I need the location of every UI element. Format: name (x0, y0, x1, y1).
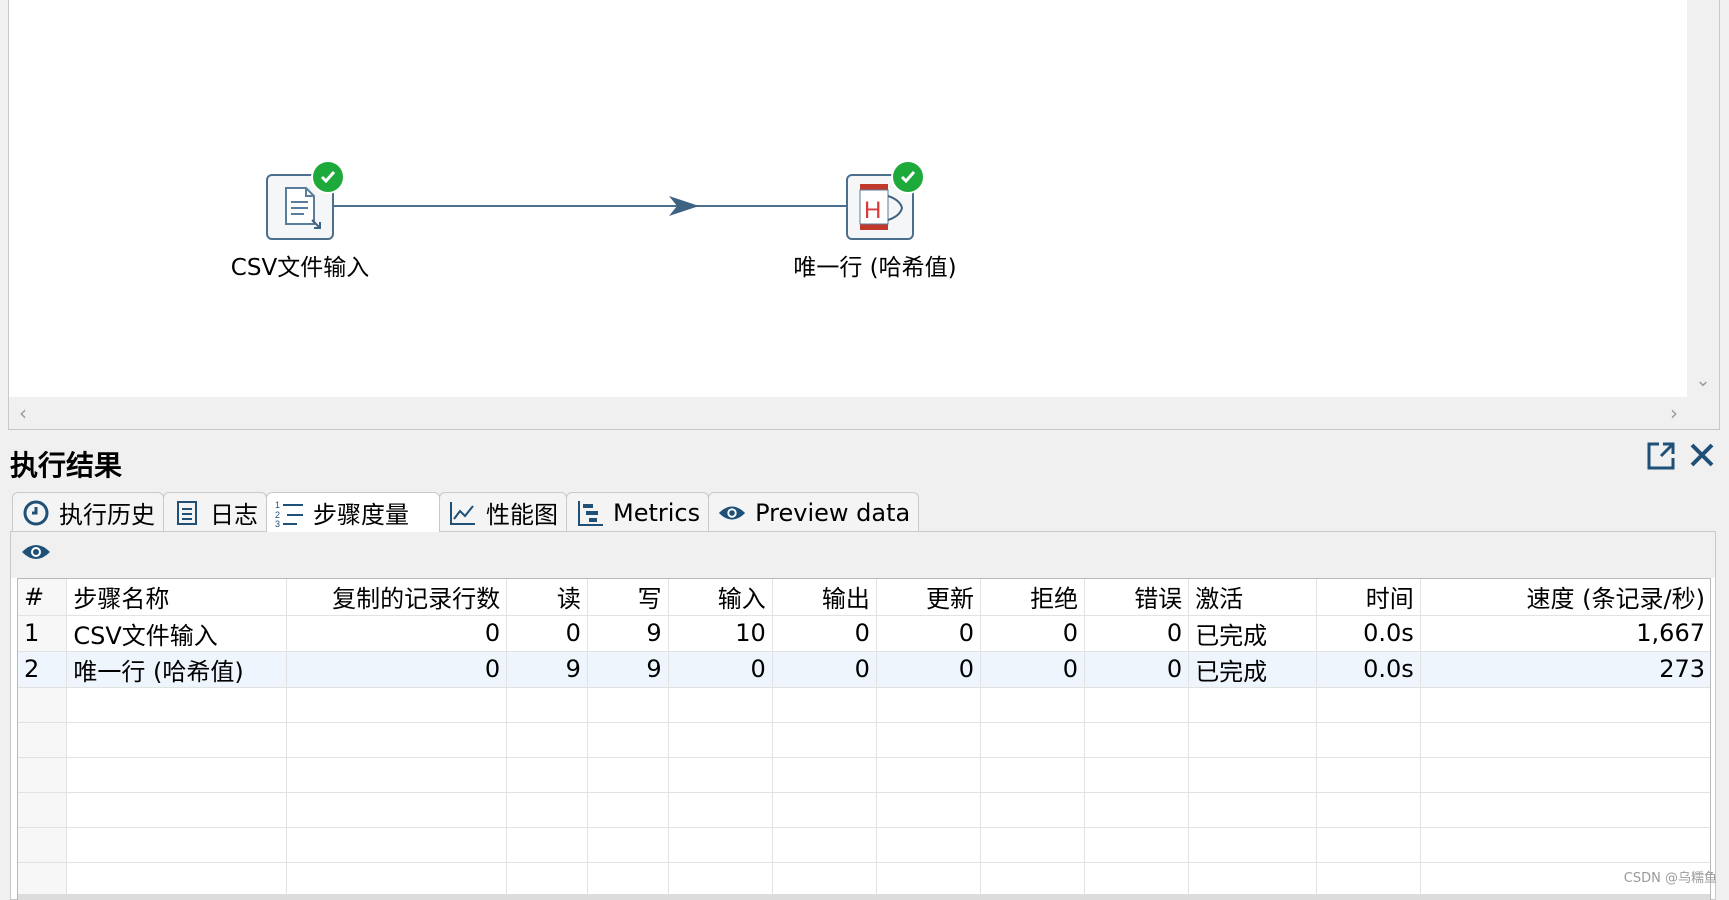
cell-updated: 0 (876, 651, 981, 688)
empty-row (18, 687, 1710, 723)
tab-step-metrics[interactable]: 123 步骤度量 (266, 492, 440, 532)
tab-label: 执行历史 (59, 501, 155, 529)
svg-text:1: 1 (275, 500, 280, 510)
column-header-output[interactable]: 输出 (772, 579, 877, 616)
column-header-index[interactable]: # (18, 579, 68, 616)
eye-icon (717, 498, 747, 528)
status-ok-icon (891, 160, 925, 194)
metrics-toolbar (11, 532, 1715, 578)
cell-copy: 0 (286, 651, 508, 688)
watermark: CSDN @乌糯鱼 (1623, 871, 1717, 886)
vertical-scrollbar[interactable]: ⌄ (1687, 0, 1719, 397)
column-header-errors[interactable]: 错误 (1084, 579, 1190, 616)
chevron-left-icon[interactable]: ‹ (19, 401, 27, 425)
history-icon (21, 498, 51, 528)
empty-row (18, 862, 1710, 898)
csv-input-label: CSV文件输入 (230, 255, 370, 281)
step-metrics-table: # 步骤名称 复制的记录行数 读 写 输入 输出 更新 拒绝 错误 激活 时间 … (17, 578, 1711, 900)
table-row[interactable]: 1 CSV文件输入 0 0 9 10 0 0 0 0 已完成 0.0s 1,66… (18, 615, 1710, 652)
transformation-canvas[interactable]: CSV文件输入 H 唯一行 (哈希值) (9, 0, 1688, 397)
show-active-steps-button[interactable] (19, 540, 53, 570)
step-metrics-icon: 123 (275, 498, 305, 528)
column-header-time[interactable]: 时间 (1316, 579, 1421, 616)
table-row[interactable]: 2 唯一行 (哈希值) 0 9 9 0 0 0 0 0 已完成 0.0s 273 (18, 651, 1710, 688)
tab-preview-data[interactable]: Preview data (708, 492, 920, 532)
result-tabs: 执行历史 日志 123 步骤度量 性能图 Metrics Preview dat… (12, 492, 920, 532)
tab-execution-history[interactable]: 执行历史 (12, 492, 164, 532)
tab-label: 性能图 (486, 501, 558, 529)
cell-output: 0 (772, 615, 877, 652)
empty-row (18, 792, 1710, 828)
panel-title: 执行结果 (10, 449, 123, 482)
cell-time: 0.0s (1316, 615, 1421, 652)
svg-text:3: 3 (275, 519, 280, 528)
eye-icon (22, 545, 50, 559)
tab-metrics[interactable]: Metrics (566, 492, 710, 532)
cell-step-name: CSV文件输入 (66, 615, 288, 652)
tab-label: 步骤度量 (313, 501, 409, 529)
horizontal-scrollbar[interactable]: ‹ › (9, 397, 1688, 429)
chevron-right-icon[interactable]: › (1670, 401, 1678, 425)
cell-copy: 0 (286, 615, 508, 652)
close-icon[interactable] (1687, 440, 1717, 480)
tab-label: 日志 (210, 501, 258, 529)
cell-time: 0.0s (1316, 651, 1421, 688)
cell-written: 9 (587, 615, 669, 652)
cell-read: 0 (506, 615, 588, 652)
panel-controls (1645, 440, 1717, 480)
empty-row (18, 722, 1710, 758)
column-header-copy[interactable]: 复制的记录行数 (286, 579, 508, 616)
empty-row (18, 827, 1710, 863)
performance-chart-icon (448, 498, 478, 528)
svg-text:H: H (864, 197, 881, 224)
column-header-step-name[interactable]: 步骤名称 (66, 579, 288, 616)
column-header-input[interactable]: 输入 (668, 579, 773, 616)
column-header-written[interactable]: 写 (587, 579, 669, 616)
column-header-updated[interactable]: 更新 (876, 579, 981, 616)
cell-rejected: 0 (980, 615, 1086, 652)
tab-log[interactable]: 日志 (163, 492, 267, 532)
detach-window-icon[interactable] (1645, 440, 1677, 480)
cell-index: 1 (18, 615, 68, 652)
cell-active: 已完成 (1188, 651, 1317, 688)
transformation-canvas-area: CSV文件输入 H 唯一行 (哈希值) ⌄ ‹ › (8, 0, 1720, 430)
tab-performance-chart[interactable]: 性能图 (439, 492, 567, 532)
column-header-rejected[interactable]: 拒绝 (980, 579, 1086, 616)
cell-index: 2 (18, 651, 68, 688)
table-header-row: # 步骤名称 复制的记录行数 读 写 输入 输出 更新 拒绝 错误 激活 时间 … (18, 579, 1710, 616)
cell-step-name: 唯一行 (哈希值) (66, 651, 288, 688)
cell-speed: 273 (1420, 651, 1710, 688)
status-ok-icon (311, 160, 345, 194)
cell-errors: 0 (1084, 651, 1190, 688)
cell-input: 0 (668, 651, 773, 688)
metrics-icon (575, 498, 605, 528)
cell-read: 9 (506, 651, 588, 688)
cell-updated: 0 (876, 615, 981, 652)
column-header-speed[interactable]: 速度 (条记录/秒) (1420, 579, 1710, 616)
tab-label: Preview data (755, 498, 911, 527)
tab-label: Metrics (613, 498, 701, 527)
cell-speed: 1,667 (1420, 615, 1710, 652)
cell-output: 0 (772, 651, 877, 688)
unique-rows-hash-label: 唯一行 (哈希值) (793, 255, 957, 281)
table-horizontal-scrollbar[interactable] (18, 894, 1710, 900)
empty-row (18, 757, 1710, 793)
log-icon (172, 498, 202, 528)
cell-rejected: 0 (980, 651, 1086, 688)
column-header-active[interactable]: 激活 (1188, 579, 1317, 616)
cell-written: 9 (587, 651, 669, 688)
chevron-down-icon[interactable]: ⌄ (1687, 370, 1719, 391)
column-header-read[interactable]: 读 (506, 579, 588, 616)
step-metrics-panel: # 步骤名称 复制的记录行数 读 写 输入 输出 更新 拒绝 错误 激活 时间 … (10, 531, 1716, 900)
cell-input: 10 (668, 615, 773, 652)
cell-errors: 0 (1084, 615, 1190, 652)
cell-active: 已完成 (1188, 615, 1317, 652)
